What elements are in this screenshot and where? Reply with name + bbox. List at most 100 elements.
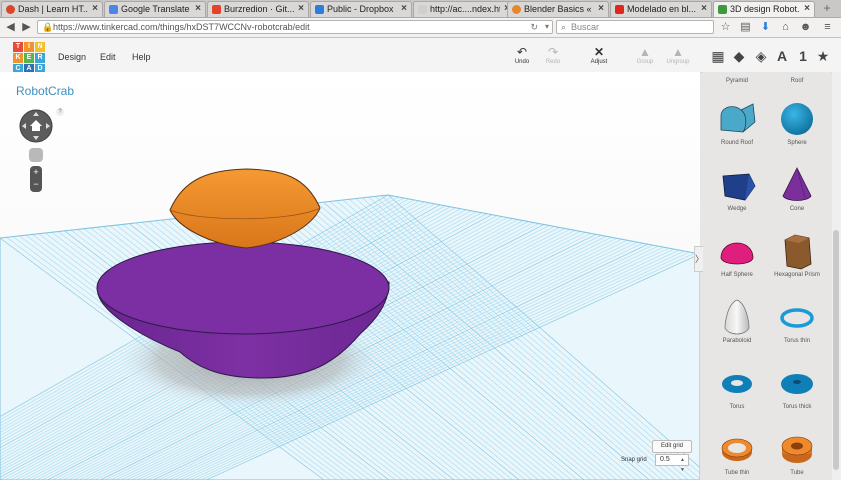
menu-design[interactable]: Design — [58, 52, 86, 62]
box-icon[interactable]: ◆ — [731, 48, 747, 64]
browser-tab[interactable]: Public - Dropbox × — [310, 1, 412, 17]
shape-sphere[interactable]: Sphere — [765, 100, 829, 146]
workplane-grid-icon[interactable]: ▦ — [710, 48, 726, 64]
number-shapes-tab[interactable]: 1 — [795, 48, 811, 64]
shapes-panel: Pyramid Roof Round Roof Sphere Wedge Con… — [703, 72, 831, 480]
shape-torus-thin[interactable]: Torus thin — [765, 298, 829, 344]
round-roof-icon — [720, 103, 756, 133]
torus-thin-icon — [780, 308, 814, 328]
close-icon[interactable]: × — [92, 3, 98, 14]
tube-icon — [781, 436, 813, 463]
wedge-icon — [722, 173, 756, 201]
new-tab-icon[interactable]: + — [818, 2, 836, 15]
home-icon[interactable]: ⌂ — [778, 20, 793, 35]
youtube-icon — [615, 5, 624, 14]
design-title[interactable]: RobotCrab — [16, 84, 74, 98]
torus-icon — [722, 375, 752, 393]
browser-tab-bar: Dash | Learn HT... × Google Translate × Bu… — [0, 0, 841, 18]
blender-icon — [512, 5, 521, 14]
app-header: T I N K E R C A D Design Edit Help ↶ Undo… — [0, 38, 841, 75]
shape-cone[interactable]: Cone — [765, 166, 829, 212]
browser-tab[interactable]: Dash | Learn HT... × — [1, 1, 103, 17]
shape-wedge[interactable]: Wedge — [705, 166, 769, 212]
cone-icon — [782, 167, 812, 201]
purple-cone-top — [96, 241, 390, 335]
menu-help[interactable]: Help — [132, 52, 151, 62]
browser-tab[interactable]: Modelado en bl... × — [610, 1, 712, 17]
clipboard-icon[interactable]: ▤ — [738, 20, 753, 35]
undo-button[interactable]: ↶ Undo — [507, 46, 537, 65]
ungroup-icon: ▲ — [672, 45, 684, 59]
close-icon[interactable]: × — [701, 3, 707, 14]
sphere-icon — [781, 103, 813, 135]
forward-arrow-icon[interactable]: ▶ — [19, 20, 34, 35]
cube-grid-icon[interactable]: ◈ — [753, 48, 769, 64]
roof-icon — [777, 72, 817, 76]
undo-icon: ↶ — [516, 45, 528, 59]
shape-tube[interactable]: Tube — [765, 430, 829, 476]
hexagonal-prism-icon — [784, 234, 812, 270]
gitlab-icon — [212, 5, 221, 14]
view-navigation-control[interactable] — [19, 109, 53, 143]
text-shapes-icon[interactable]: A — [774, 48, 790, 64]
download-icon[interactable]: ⬇ — [758, 20, 773, 35]
browser-tab[interactable]: Google Translate × — [104, 1, 206, 17]
zoom-in-icon[interactable]: + — [30, 166, 42, 178]
shape-torus[interactable]: Torus — [705, 364, 769, 410]
tinkercad-icon — [718, 5, 727, 14]
tinkercad-logo[interactable]: T I N K E R C A D — [13, 42, 46, 75]
shape-half-sphere[interactable]: Half Sphere — [705, 232, 769, 278]
group-icon: ▲ — [639, 45, 651, 59]
panel-scrollbar-thumb[interactable] — [833, 230, 839, 470]
star-icon[interactable]: ☆ — [718, 20, 733, 35]
fit-view-button[interactable] — [29, 148, 43, 162]
browser-tab-active[interactable]: 3D design Robot... × — [713, 1, 815, 17]
paraboloid-icon — [724, 299, 750, 335]
workplane-canvas[interactable] — [0, 72, 700, 480]
shape-round-roof[interactable]: Round Roof — [705, 100, 769, 146]
chat-icon[interactable]: ☻ — [798, 20, 813, 35]
zoom-control[interactable]: + − — [30, 166, 42, 192]
close-icon[interactable]: × — [804, 3, 810, 14]
shape-torus-thick[interactable]: Torus thick — [765, 364, 829, 410]
adjust-button[interactable]: ✕ Adjust — [584, 46, 614, 65]
star-shapes-icon[interactable]: ★ — [815, 48, 831, 64]
adjust-icon: ✕ — [593, 45, 605, 59]
hamburger-menu-icon[interactable]: ≡ — [820, 20, 835, 35]
dash-icon — [6, 5, 15, 14]
search-input[interactable]: ⌕ Buscar — [556, 20, 714, 34]
help-icon[interactable]: ? — [56, 108, 64, 116]
snap-grid-select[interactable]: 0.5 ▲ ▼ — [655, 454, 689, 473]
chevron-down-icon[interactable]: ▾ — [545, 21, 549, 33]
workplane-scene — [0, 72, 700, 480]
back-arrow-icon[interactable]: ◀ — [3, 20, 18, 35]
url-bar[interactable]: 🔒 https://www.tinkercad.com/things/hxDST… — [37, 20, 553, 34]
close-icon[interactable]: × — [401, 3, 407, 14]
dropbox-icon — [315, 5, 324, 14]
shape-hexagonal-prism[interactable]: Hexagonal Prism — [765, 232, 829, 278]
browser-nav-bar: ◀ ▶ 🔒 https://www.tinkercad.com/things/h… — [0, 18, 841, 38]
edit-grid-button[interactable]: Edit grid — [652, 440, 692, 453]
menu-edit[interactable]: Edit — [100, 52, 116, 62]
browser-tab[interactable]: Burzredion · Git... × — [207, 1, 309, 17]
close-icon[interactable]: × — [195, 3, 201, 14]
zoom-out-icon[interactable]: − — [30, 178, 42, 190]
ungroup-button[interactable]: ▲ Ungroup — [663, 46, 693, 65]
snap-grid-label: Snap grid — [621, 457, 647, 463]
redo-button[interactable]: ↷ Redo — [538, 46, 568, 65]
reload-icon[interactable]: ↻ — [530, 21, 538, 33]
search-icon: ⌕ — [561, 22, 567, 32]
search-placeholder: Buscar — [571, 22, 600, 32]
tube-thin-icon — [721, 438, 753, 461]
close-icon[interactable]: × — [298, 3, 304, 14]
lock-icon: 🔒 — [42, 22, 54, 32]
shape-tube-thin[interactable]: Tube thin — [705, 430, 769, 476]
browser-tab[interactable]: Blender Basics « ... × — [507, 1, 609, 17]
shape-paraboloid[interactable]: Paraboloid — [705, 298, 769, 344]
browser-tab[interactable]: http://ac....ndex.html× — [413, 1, 515, 17]
group-button[interactable]: ▲ Group — [630, 46, 660, 65]
shape-roof[interactable]: Roof — [765, 72, 829, 84]
close-icon[interactable]: × — [598, 3, 604, 14]
shape-pyramid[interactable]: Pyramid — [705, 72, 769, 84]
torus-thick-icon — [781, 374, 813, 394]
